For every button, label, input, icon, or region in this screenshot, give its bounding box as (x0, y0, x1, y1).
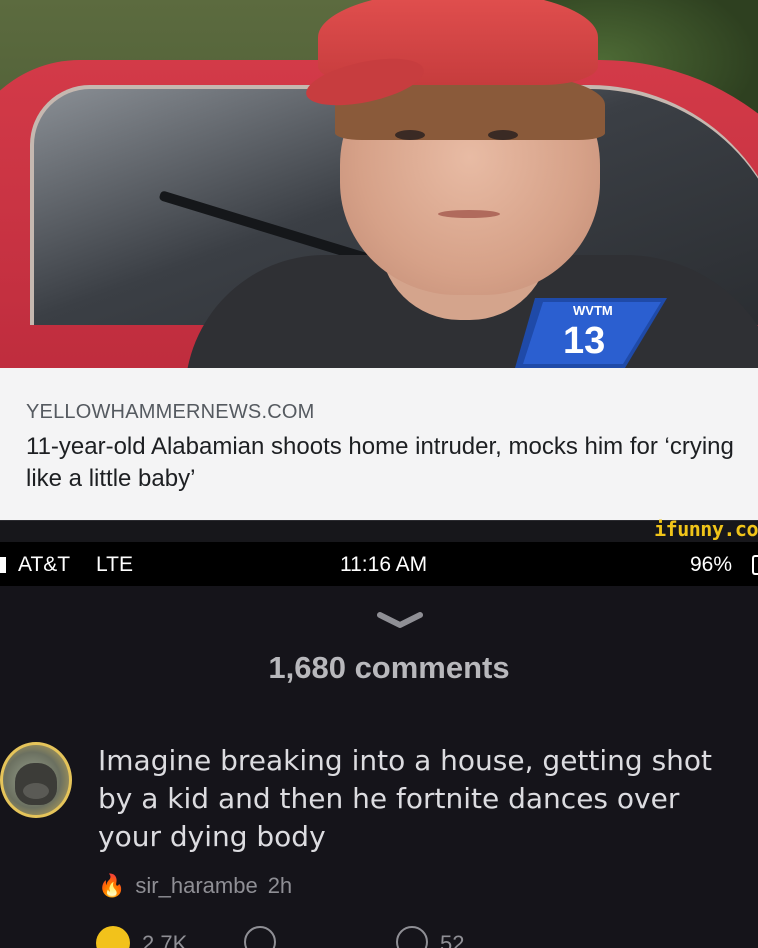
fire-icon: 🔥 (98, 873, 126, 898)
comment-meta: 🔥 sir_harambe 2h (98, 873, 292, 899)
avatar[interactable] (0, 742, 72, 818)
signal-icon (0, 557, 6, 573)
comment-actions: 2.7K 52 (96, 926, 756, 948)
smile-icon[interactable] (96, 926, 130, 948)
ifunny-watermark: ifunny.co (654, 517, 758, 541)
gorilla-muzzle (23, 783, 49, 799)
chevron-down-icon[interactable] (376, 611, 424, 631)
right-eye (488, 130, 518, 140)
carrier-label: AT&T (18, 553, 71, 576)
article-source: YELLOWHAMMERNEWS.COM (26, 401, 315, 423)
news-photo: WVTM 13 (0, 0, 758, 368)
smile-count: 2.7K (142, 931, 188, 948)
battery-percent: 96% (690, 553, 733, 576)
status-time: 11:16 AM (340, 553, 428, 576)
unsmile-icon[interactable] (244, 926, 276, 948)
comment-username[interactable]: sir_harambe (135, 873, 257, 898)
reply-icon[interactable] (396, 926, 428, 948)
station-number: 13 (563, 320, 605, 362)
battery-icon (752, 555, 758, 575)
article-caption[interactable]: YELLOWHAMMERNEWS.COM 11-year-old Alabami… (0, 368, 758, 520)
left-eye (395, 130, 425, 140)
wvtm-13-logo: WVTM 13 (515, 298, 667, 368)
watermark-strip (0, 520, 758, 542)
network-label: LTE (96, 553, 133, 576)
comment-age: 2h (267, 873, 293, 898)
comment-text: Imagine breaking into a house, getting s… (98, 744, 713, 853)
comments-count: 1,680 comments (268, 650, 510, 685)
article-headline: 11-year-old Alabamian shoots home intrud… (26, 433, 734, 492)
status-bar: AT&T LTE 11:16 AM 96% (0, 542, 758, 586)
reply-count: 52 (440, 931, 465, 948)
station-logo-text: WVTM (573, 303, 613, 318)
mouth (438, 210, 500, 218)
